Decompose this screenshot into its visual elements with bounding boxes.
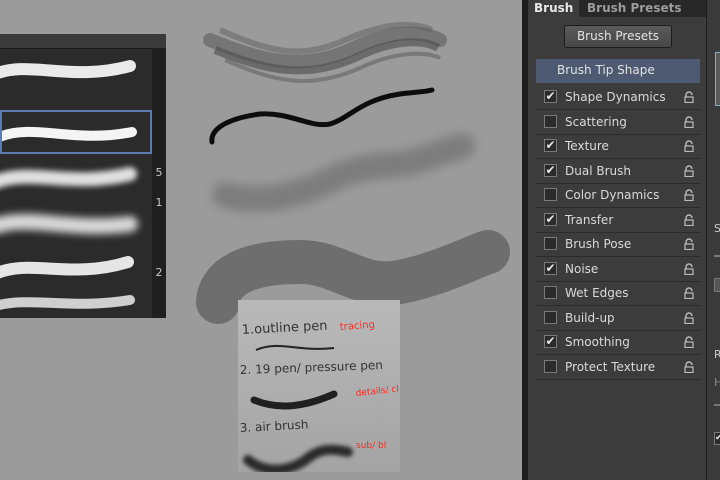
brush-preset-item[interactable] [0, 248, 152, 292]
note-sample-pen [250, 390, 338, 410]
lock-icon[interactable] [684, 360, 694, 373]
option-label: Noise [565, 261, 599, 276]
option-smoothing[interactable]: ✔ Smoothing [536, 330, 700, 355]
option-label: Texture [565, 139, 609, 153]
protect-texture-checkbox[interactable] [544, 359, 557, 373]
option-label: Smoothing [565, 335, 630, 349]
brush-preset-item[interactable] [0, 52, 152, 96]
wide-stroke [196, 230, 510, 324]
smoothing-checkbox[interactable]: ✔ [544, 335, 557, 348]
option-label: Protect Texture [565, 359, 656, 374]
cut-checkbox[interactable]: ✔ [714, 432, 720, 445]
note-line-2-red: details/ cl [355, 385, 399, 399]
note-line-1-red: tracing [339, 320, 375, 333]
option-label: Brush Pose [565, 237, 632, 251]
lock-icon[interactable] [684, 262, 694, 275]
note-sample-line [255, 344, 335, 351]
note-line-2: 2. 19 pen/ pressure pen [240, 358, 383, 377]
option-color-dynamics[interactable]: Color Dynamics [536, 183, 700, 208]
lock-icon[interactable] [684, 91, 694, 103]
brush-panel: Brush Brush Presets Brush Presets Brush … [528, 0, 706, 480]
note-line-1: 1.outline pen [241, 319, 327, 338]
option-label: Dual Brush [565, 163, 631, 178]
option-brush-pose[interactable]: Brush Pose [536, 232, 700, 257]
brush-preset-item[interactable] [0, 158, 152, 202]
brush-tip-shape-item[interactable]: Brush Tip Shape [536, 59, 700, 83]
pen-stroke [209, 87, 435, 145]
lock-icon[interactable] [684, 311, 694, 324]
lock-icon[interactable] [684, 140, 694, 152]
lock-icon[interactable] [684, 213, 694, 226]
cut-input[interactable] [714, 278, 720, 292]
option-noise[interactable]: ✔ Noise [536, 257, 700, 282]
option-label: Transfer [565, 212, 614, 227]
cut-label: H [714, 376, 720, 389]
transfer-checkbox[interactable]: ✔ [544, 212, 557, 226]
lock-icon[interactable] [684, 115, 694, 128]
slider-track[interactable] [714, 404, 720, 406]
brush-tip-preview[interactable] [715, 52, 720, 106]
brush-preset-item[interactable] [0, 204, 152, 248]
option-scattering[interactable]: Scattering [536, 110, 700, 135]
cut-label: S [714, 222, 720, 235]
texture-checkbox[interactable]: ✔ [544, 139, 557, 152]
option-build-up[interactable]: Build-up [536, 306, 700, 331]
soft-stroke [212, 133, 475, 213]
brush-size-column: 5 1 2 [152, 48, 166, 318]
option-label: Build-up [565, 310, 615, 325]
note-line-3-red: sub/ bl [356, 441, 386, 451]
brush-size-label: 2 [155, 266, 163, 279]
brush-preset-list[interactable]: 5 1 2 [0, 34, 166, 318]
cut-label: R [714, 348, 720, 361]
lock-icon[interactable] [684, 189, 694, 201]
option-transfer[interactable]: ✔ Transfer [536, 208, 700, 233]
brush-settings-cutoff: S R H ✔ [706, 0, 720, 480]
document-canvas[interactable]: 5 1 2 1.outline pen tracing 2. 19 pen/ p… [0, 0, 522, 480]
brush-size-label: 1 [155, 196, 163, 209]
brush-pose-checkbox[interactable] [544, 237, 557, 250]
brush-size-label: 5 [155, 166, 163, 179]
option-label: Wet Edges [565, 286, 629, 300]
note-sample-airbrush [243, 444, 353, 472]
option-texture[interactable]: ✔ Texture [536, 134, 700, 159]
slider-track[interactable] [714, 255, 720, 257]
option-label: Shape Dynamics [565, 90, 666, 104]
brush-list-header [0, 34, 166, 49]
brush-preset-item-selected[interactable] [0, 110, 152, 154]
shape-dynamics-checkbox[interactable]: ✔ [544, 90, 557, 103]
option-shape-dynamics[interactable]: ✔ Shape Dynamics [536, 85, 700, 110]
lock-icon[interactable] [684, 287, 694, 299]
option-label: Color Dynamics [565, 188, 660, 202]
option-dual-brush[interactable]: ✔ Dual Brush [536, 159, 700, 184]
build-up-checkbox[interactable] [544, 310, 557, 324]
handwritten-notes-sheet: 1.outline pen tracing 2. 19 pen/ pressur… [238, 300, 400, 472]
tab-brush-presets[interactable]: Brush Presets [581, 0, 687, 17]
noise-checkbox[interactable]: ✔ [544, 261, 557, 275]
dual-brush-checkbox[interactable]: ✔ [544, 163, 557, 177]
bristle-stroke [203, 21, 447, 83]
brush-preset-item[interactable] [0, 290, 152, 318]
option-protect-texture[interactable]: Protect Texture [536, 355, 700, 380]
tab-brush[interactable]: Brush [528, 0, 580, 17]
wet-edges-checkbox[interactable] [544, 286, 557, 299]
lock-icon[interactable] [684, 164, 694, 177]
lock-icon[interactable] [684, 336, 694, 348]
brush-presets-button[interactable]: Brush Presets [564, 25, 672, 48]
note-line-3: 3. air brush [239, 417, 308, 435]
scattering-checkbox[interactable] [544, 114, 557, 128]
option-label: Scattering [565, 114, 627, 129]
color-dynamics-checkbox[interactable] [544, 188, 557, 201]
lock-icon[interactable] [684, 238, 694, 250]
panel-tab-bar: Brush Brush Presets [528, 0, 706, 17]
option-wet-edges[interactable]: Wet Edges [536, 281, 700, 306]
